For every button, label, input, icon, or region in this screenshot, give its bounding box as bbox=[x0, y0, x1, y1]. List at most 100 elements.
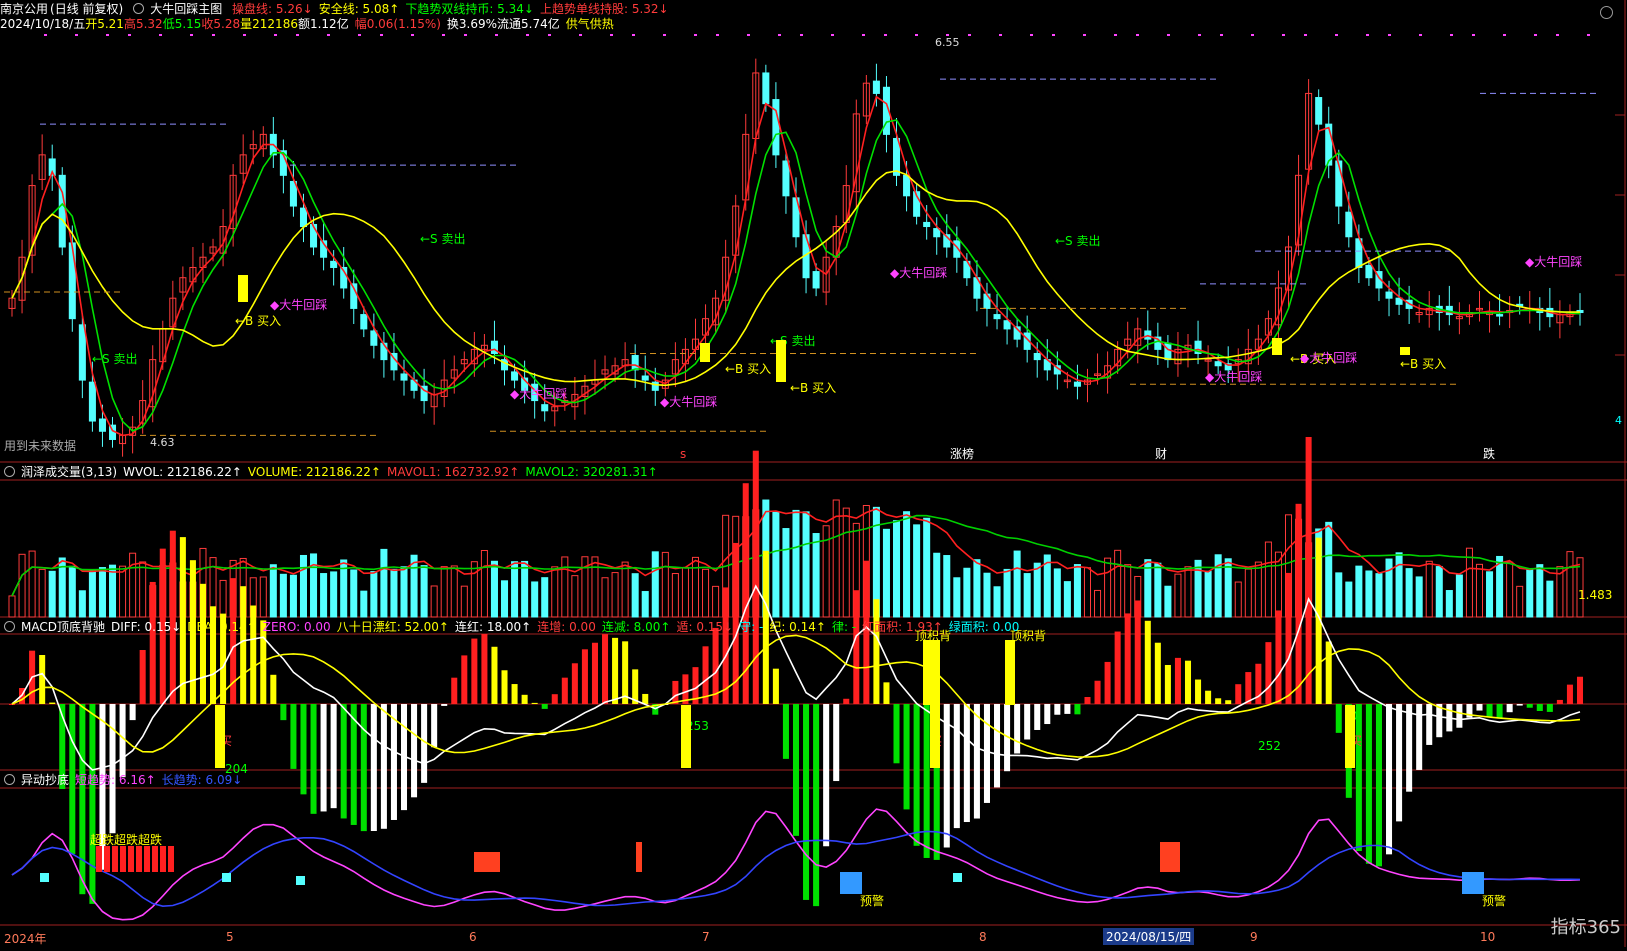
top-dot-45 bbox=[1304, 34, 1307, 36]
macd-signal-bar-2 bbox=[1345, 705, 1355, 768]
low-price-label: 4.63 bbox=[150, 436, 175, 449]
top-dot-1 bbox=[75, 34, 78, 36]
volume-bar-70 bbox=[712, 585, 720, 618]
volume-bar-28 bbox=[289, 574, 297, 618]
volume-bar-21 bbox=[219, 579, 227, 618]
top-dot-49 bbox=[1419, 34, 1422, 36]
volume-bar-8 bbox=[88, 569, 96, 618]
indicator-name[interactable]: 大牛回踩主图 bbox=[150, 2, 222, 16]
yd-cyan-marker-3 bbox=[953, 873, 962, 882]
main-value-1: 安全线: 5.08↑ bbox=[318, 2, 400, 16]
macd-bar-139 bbox=[1406, 704, 1413, 792]
yd-oversold-bar-9 bbox=[168, 846, 174, 872]
top-dot-38 bbox=[1114, 34, 1117, 36]
volume-bar-145 bbox=[1465, 547, 1473, 618]
top-dot-51 bbox=[1472, 34, 1475, 36]
volume-bar-76 bbox=[772, 511, 780, 618]
volume-bar-141 bbox=[1425, 560, 1433, 618]
volume-settings-icon[interactable] bbox=[4, 466, 15, 477]
yd-signal-block-0 bbox=[474, 852, 500, 872]
macd-value-11: 红面积: 1.93↑ bbox=[862, 620, 943, 634]
macd-bar-11 bbox=[119, 704, 126, 778]
candle-body-106 bbox=[1073, 381, 1081, 387]
top-dot-29 bbox=[862, 34, 865, 36]
macd-value-10: 律: - bbox=[831, 620, 857, 634]
macd-bar-113 bbox=[1144, 620, 1151, 704]
macd-bar-27 bbox=[280, 704, 287, 721]
macd-settings-icon[interactable] bbox=[4, 621, 15, 632]
candle-body-9 bbox=[98, 418, 106, 432]
macd-bar-13 bbox=[139, 650, 146, 704]
top-dot-31 bbox=[915, 34, 918, 36]
macd-bar-119 bbox=[1205, 690, 1212, 704]
top-dot-17 bbox=[526, 34, 529, 36]
macd-bar-7 bbox=[79, 704, 86, 895]
volume-panel-title[interactable]: 润泽成交量(3,13) bbox=[21, 465, 117, 479]
volume-bar-50 bbox=[511, 561, 519, 618]
indicator-settings-icon[interactable] bbox=[133, 3, 145, 14]
macd-value-12: 绿面积: 0.00 bbox=[948, 620, 1020, 634]
yd-value-1: 长趋势: 6.09↓ bbox=[161, 773, 243, 787]
volume-bar-13 bbox=[139, 561, 147, 618]
top-dot-55 bbox=[1587, 34, 1590, 36]
macd-bar-97 bbox=[983, 704, 990, 803]
quote-float: 流通5.74亿 bbox=[497, 17, 560, 31]
macd-bar-91 bbox=[923, 704, 930, 858]
macd-bar-118 bbox=[1195, 679, 1202, 704]
macd-bar-54 bbox=[551, 694, 558, 704]
macd-bar-101 bbox=[1024, 704, 1031, 740]
macd-bar-138 bbox=[1396, 704, 1403, 822]
macd-tag-6: 252 bbox=[1258, 739, 1281, 753]
candle-body-130 bbox=[1315, 97, 1323, 125]
volume-bar-27 bbox=[279, 573, 287, 618]
macd-panel-title[interactable]: MACD顶底背驰 bbox=[21, 620, 105, 634]
volume-bar-101 bbox=[1023, 573, 1031, 618]
main-tag-3: 跌 bbox=[1483, 446, 1495, 461]
candle-body-75 bbox=[762, 72, 770, 105]
candle-body-36 bbox=[370, 330, 378, 346]
macd-bar-36 bbox=[370, 704, 377, 832]
volume-bar-144 bbox=[1455, 574, 1463, 618]
volume-bar-152 bbox=[1536, 564, 1544, 618]
macd-bar-84 bbox=[853, 590, 860, 704]
volume-bar-147 bbox=[1486, 571, 1494, 618]
macd-bar-117 bbox=[1184, 660, 1192, 704]
yd-cyan-marker-0 bbox=[40, 873, 49, 882]
macd-value-1: DEA: 0.14↑ bbox=[187, 620, 257, 634]
macd-bar-88 bbox=[893, 704, 900, 764]
macd-bar-94 bbox=[953, 704, 960, 829]
macd-bar-3 bbox=[39, 655, 46, 704]
macd-bar-80 bbox=[813, 704, 820, 907]
quote-date: 2024/10/18/五 bbox=[0, 17, 86, 31]
macd-bar-16 bbox=[169, 530, 176, 704]
top-dot-39 bbox=[1136, 34, 1139, 36]
macd-bar-121 bbox=[1225, 700, 1232, 704]
yd-signal-block-2 bbox=[636, 842, 642, 872]
window-close-icon[interactable] bbox=[1600, 6, 1613, 19]
macd-bar-155 bbox=[1566, 684, 1573, 704]
top-dot-30 bbox=[884, 34, 887, 36]
yd-panel-title[interactable]: 异动抄底 bbox=[21, 773, 69, 787]
macd-bar-125 bbox=[1265, 642, 1272, 704]
right-edge-label: 4 bbox=[1615, 414, 1622, 427]
volume-bar-96 bbox=[973, 559, 981, 618]
top-dot-9 bbox=[296, 34, 299, 36]
macd-bar-147 bbox=[1486, 704, 1493, 717]
macd-bar-55 bbox=[561, 677, 568, 704]
macd-bar-132 bbox=[1335, 704, 1342, 733]
top-dot-34 bbox=[999, 34, 1002, 36]
volume-bar-151 bbox=[1526, 569, 1534, 618]
volume-bar-135 bbox=[1365, 570, 1373, 618]
quote-open: 开5.21 bbox=[85, 17, 124, 31]
macd-bar-44 bbox=[451, 677, 458, 704]
candle-body-39 bbox=[400, 373, 408, 381]
candle-body-63 bbox=[641, 375, 649, 381]
volume-bar-69 bbox=[702, 568, 710, 618]
volume-values: WVOL: 212186.22↑ VOLUME: 212186.22↑ MAVOL1… bbox=[123, 465, 664, 479]
yd-values: 短趋势: 6.16↑ 长趋势: 6.09↓ bbox=[75, 773, 248, 787]
yd-settings-icon[interactable] bbox=[4, 774, 15, 785]
main-value-0: 操盘线: 5.26↓ bbox=[232, 2, 313, 16]
macd-bar-31 bbox=[320, 704, 327, 812]
macd-bar-131 bbox=[1325, 641, 1332, 704]
future-data-note: 用到未来数据 bbox=[4, 439, 77, 453]
